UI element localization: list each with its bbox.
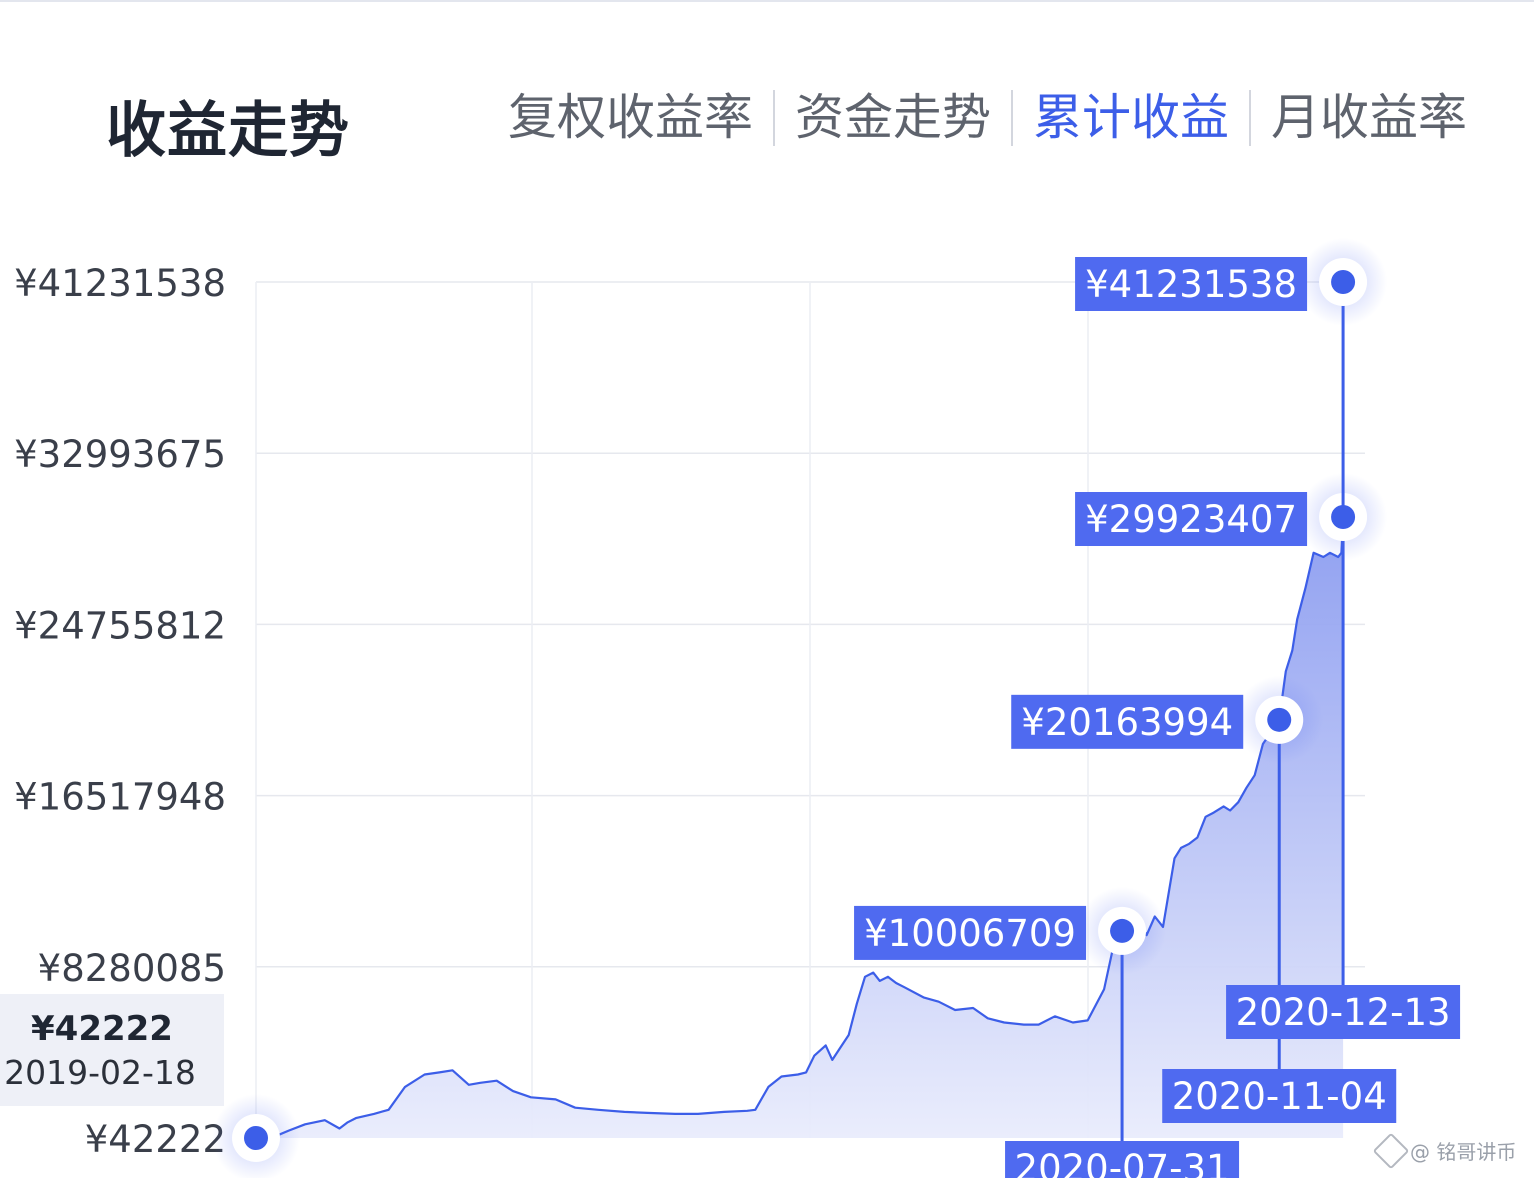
y-tick-label: ¥16517948 (14, 776, 226, 819)
marker-dot (1331, 270, 1356, 294)
marker-dot (1110, 918, 1135, 943)
marker-dot (244, 1126, 268, 1150)
marker-dot (1267, 707, 1292, 732)
watermark-text: @ 铭哥讲币 (1410, 1140, 1517, 1164)
hover-tooltip: ¥42222 2019-02-18 (0, 994, 224, 1106)
watermark: @ 铭哥讲币 (1372, 1132, 1517, 1169)
watermark-logo-icon (1372, 1132, 1410, 1169)
marker-value-label: ¥20163994 (1021, 701, 1233, 744)
tooltip-value: ¥42222 (31, 1009, 173, 1049)
marker-value-label: ¥10006709 (864, 912, 1076, 955)
marker-value-label: ¥29923407 (1085, 498, 1297, 541)
marker-date-label: 2020-07-31 (1015, 1147, 1230, 1178)
y-tick-label: ¥41231538 (14, 262, 226, 305)
y-tick-label: ¥8280085 (38, 947, 226, 990)
y-tick-label: ¥24755812 (14, 604, 226, 647)
cumulative-return-chart: ¥41231538 ¥32993675 ¥24755812 ¥16517948 ¥828… (0, 238, 1461, 1178)
y-tick-label: ¥32993675 (14, 433, 226, 476)
marker-date-label: 2020-11-04 (1172, 1075, 1387, 1118)
marker-0 (212, 1094, 300, 1178)
tooltip-date: 2019-02-18 (4, 1053, 196, 1092)
marker-value-label: ¥41231538 (1085, 263, 1297, 306)
y-tick-label: ¥42222 (85, 1118, 226, 1161)
marker-date-label: 2020-12-13 (1236, 991, 1451, 1034)
area-fill (256, 517, 1344, 1138)
